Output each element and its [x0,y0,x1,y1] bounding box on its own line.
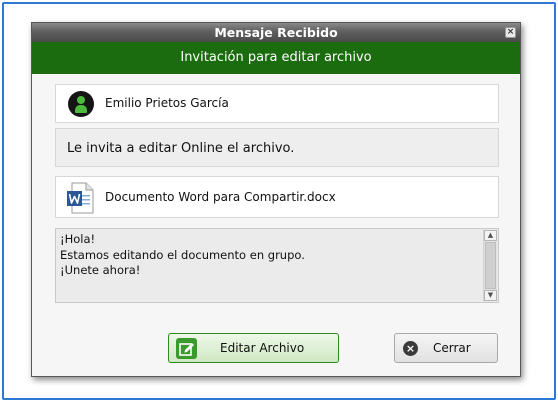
message-line: ¡Unete ahora! [60,263,141,277]
window-close-icon[interactable]: × [505,27,516,38]
window-titlebar[interactable]: Mensaje Recibido × [32,23,520,42]
header-title: Invitación para editar archivo [180,50,372,65]
message-received-dialog: Mensaje Recibido × Invitación para edita… [31,22,521,377]
sender-card: Emilio Prietos García [55,84,499,123]
message-line: ¡Hola! [60,232,96,246]
message-textarea[interactable]: ¡Hola! Estamos editando el documento en … [55,228,499,303]
file-name[interactable]: Documento Word para Compartir.docx [105,190,336,204]
user-icon [68,91,94,117]
invite-card: Le invita a editar Online el archivo. [55,128,499,167]
word-document-icon [67,182,94,214]
sender-name: Emilio Prietos García [105,96,229,110]
scroll-down-icon[interactable]: ▼ [484,290,497,301]
file-card[interactable]: Documento Word para Compartir.docx [55,176,499,218]
message-text[interactable]: ¡Hola! Estamos editando el documento en … [60,232,305,279]
edit-icon [176,338,197,359]
edit-file-button[interactable]: Editar Archivo [168,333,339,363]
window-title: Mensaje Recibido [214,25,338,40]
message-scrollbar[interactable]: ▲ ▼ [483,230,497,301]
close-circle-icon: × [403,341,418,356]
invite-text: Le invita a editar Online el archivo. [67,141,295,156]
close-label: Cerrar [433,341,471,355]
scrollbar-thumb[interactable] [485,242,496,289]
close-button[interactable]: × Cerrar [394,333,498,363]
dialog-header: Invitación para editar archivo [32,42,520,74]
scroll-up-icon[interactable]: ▲ [484,230,497,241]
message-line: Estamos editando el documento en grupo. [60,247,305,262]
edit-file-label: Editar Archivo [220,341,305,355]
